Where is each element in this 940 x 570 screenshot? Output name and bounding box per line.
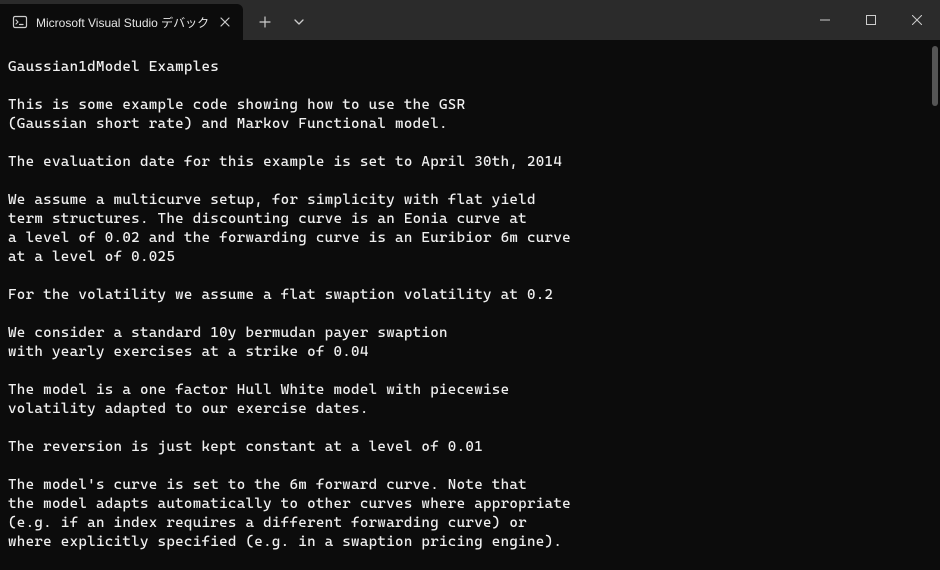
tab-close-button[interactable]	[217, 14, 233, 30]
minimize-button[interactable]	[802, 0, 848, 40]
new-tab-button[interactable]	[249, 6, 281, 38]
terminal-output: Gaussian1dModel Examples This is some ex…	[8, 58, 932, 552]
titlebar-drag-area[interactable]	[315, 0, 802, 40]
maximize-button[interactable]	[848, 0, 894, 40]
tab-title: Microsoft Visual Studio デバック	[36, 14, 209, 31]
titlebar: Microsoft Visual Studio デバック	[0, 0, 940, 40]
active-tab[interactable]: Microsoft Visual Studio デバック	[0, 4, 243, 40]
window-close-button[interactable]	[894, 0, 940, 40]
window-controls	[802, 0, 940, 40]
tab-dropdown-button[interactable]	[283, 6, 315, 38]
vertical-scrollbar[interactable]	[932, 46, 938, 106]
tab-actions	[243, 0, 315, 40]
terminal-viewport[interactable]: Gaussian1dModel Examples This is some ex…	[0, 40, 940, 570]
terminal-icon	[12, 14, 28, 30]
